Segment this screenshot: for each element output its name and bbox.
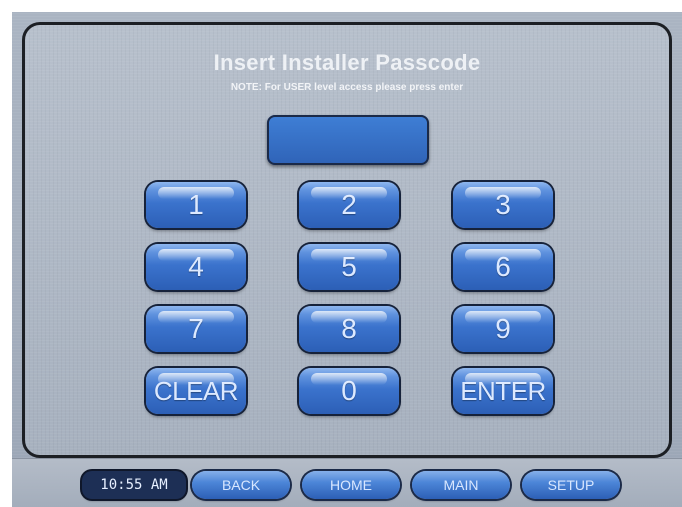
setup-button[interactable]: SETUP bbox=[522, 471, 620, 499]
access-note: NOTE: For USER level access please press… bbox=[230, 82, 464, 93]
clock-display: 10:55 AM bbox=[82, 471, 186, 499]
key-3-button[interactable]: 3 bbox=[453, 182, 553, 228]
bottom-nav-bar: 10:55 AM BACK HOME MAIN SETUP bbox=[12, 458, 682, 507]
key-5-button[interactable]: 5 bbox=[299, 244, 399, 290]
device-bezel: Insert Installer Passcode NOTE: For USER… bbox=[0, 0, 682, 507]
screen: Insert Installer Passcode NOTE: For USER… bbox=[12, 12, 682, 507]
key-9-button[interactable]: 9 bbox=[453, 306, 553, 352]
display-background: Insert Installer Passcode NOTE: For USER… bbox=[12, 12, 682, 507]
key-0-button[interactable]: 0 bbox=[299, 368, 399, 414]
clear-button[interactable]: CLEAR bbox=[146, 368, 246, 414]
key-7-button[interactable]: 7 bbox=[146, 306, 246, 352]
key-1-button[interactable]: 1 bbox=[146, 182, 246, 228]
passcode-display[interactable] bbox=[267, 115, 429, 165]
key-4-button[interactable]: 4 bbox=[146, 244, 246, 290]
key-8-button[interactable]: 8 bbox=[299, 306, 399, 352]
key-2-button[interactable]: 2 bbox=[299, 182, 399, 228]
key-6-button[interactable]: 6 bbox=[453, 244, 553, 290]
back-button[interactable]: BACK bbox=[192, 471, 290, 499]
home-button[interactable]: HOME bbox=[302, 471, 400, 499]
enter-button[interactable]: ENTER bbox=[453, 368, 553, 414]
main-button[interactable]: MAIN bbox=[412, 471, 510, 499]
page-title: Insert Installer Passcode bbox=[213, 50, 481, 75]
